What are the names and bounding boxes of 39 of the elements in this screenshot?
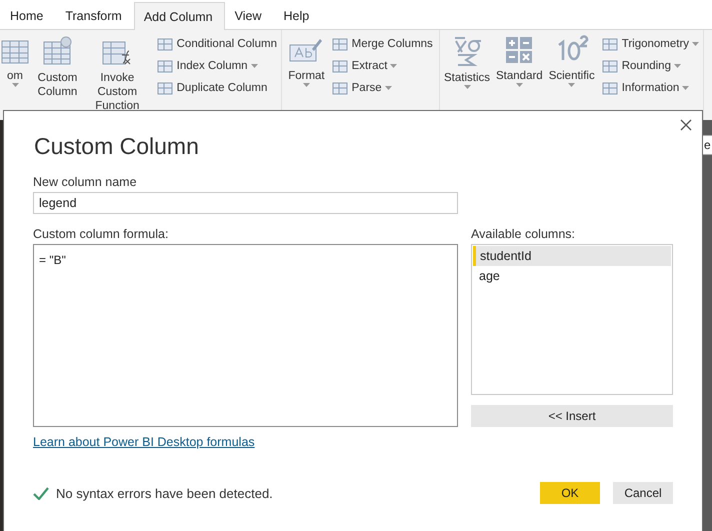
checkmark-icon <box>33 486 49 500</box>
ribbon-button[interactable]: Invoke Custom Function <box>84 35 150 113</box>
formula-field[interactable]: = "B" <box>33 244 458 427</box>
ribbon-tab[interactable]: Home <box>0 2 56 29</box>
ribbon-button[interactable]: Custom Column <box>36 35 79 99</box>
input-field[interactable]: e <box>702 135 712 155</box>
ribbon-tab[interactable]: View <box>224 2 274 29</box>
ribbon-tab[interactable]: Help <box>274 2 322 29</box>
field-label: New column name <box>33 175 138 189</box>
ribbon-button[interactable]: Trigonometry <box>600 35 700 53</box>
calculator-icon <box>504 35 534 65</box>
dialog-title: Custom Column <box>34 133 200 160</box>
ribbon-button[interactable]: Standard <box>496 35 543 87</box>
ribbon-button[interactable]: om <box>0 35 30 87</box>
ribbon-button[interactable]: Rounding <box>600 57 700 75</box>
ribbon-button[interactable]: Parse <box>330 79 433 97</box>
insert-button[interactable]: << Insert <box>471 405 673 427</box>
ribbon-button[interactable]: Duplicate Column <box>156 79 277 97</box>
ok-button[interactable]: OK <box>540 482 600 504</box>
help-link[interactable]: Learn about Power BI Desktop formulas <box>33 435 255 449</box>
list-item[interactable]: studentId <box>473 246 671 266</box>
ribbon-button[interactable]: Statistics <box>444 35 490 89</box>
table-icon <box>41 35 74 67</box>
ribbon-button[interactable]: Index Column <box>156 57 277 75</box>
field-label: Custom column formula: <box>33 227 170 241</box>
close-icon[interactable] <box>680 119 692 131</box>
ribbon-button[interactable]: Information <box>600 79 700 97</box>
ribbon-tab[interactable]: Transform <box>55 2 134 29</box>
input-field[interactable]: legend <box>33 192 458 214</box>
field-label: Available columns: <box>471 227 576 241</box>
ribbon-button[interactable]: Format <box>288 35 325 87</box>
cancel-button[interactable]: Cancel <box>613 482 673 504</box>
ribbon-button[interactable]: Extract <box>330 57 433 75</box>
ribbon-button[interactable]: Merge Columns <box>330 35 433 53</box>
ribbon-button[interactable]: Conditional Column <box>156 35 277 53</box>
list-item[interactable]: age <box>473 266 671 286</box>
status-message: No syntax errors have been detected. <box>56 486 274 500</box>
ribbon-button[interactable]: Scientific <box>548 35 595 87</box>
ribbon-tab[interactable]: Add Column <box>134 2 225 30</box>
